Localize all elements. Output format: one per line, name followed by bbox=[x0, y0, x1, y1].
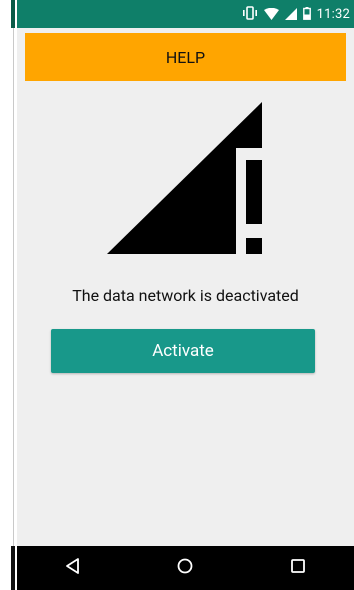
left-edge-cap-top bbox=[11, 0, 15, 28]
recents-icon bbox=[289, 557, 307, 579]
battery-icon bbox=[302, 5, 311, 24]
status-time: 11:32 bbox=[316, 6, 350, 22]
activate-button[interactable]: Activate bbox=[51, 329, 315, 373]
navigation-bar bbox=[17, 546, 354, 590]
vibrate-icon bbox=[242, 5, 258, 24]
left-edge-divider bbox=[13, 0, 14, 590]
no-data-signal-icon bbox=[105, 100, 265, 256]
network-status-message: The data network is deactivated bbox=[72, 286, 299, 305]
wifi-icon bbox=[263, 5, 279, 24]
back-icon bbox=[64, 557, 82, 579]
status-icons: 11:32 bbox=[242, 0, 350, 28]
signal-icon bbox=[284, 5, 297, 24]
help-button[interactable]: HELP bbox=[25, 33, 346, 81]
back-button[interactable] bbox=[53, 548, 93, 588]
recents-button[interactable] bbox=[278, 548, 318, 588]
phone-screen: 11:32 HELP The data network is deactivat… bbox=[17, 0, 354, 590]
status-bar: 11:32 bbox=[17, 0, 354, 28]
home-icon bbox=[176, 557, 194, 579]
left-edge-cap-bottom bbox=[11, 546, 15, 590]
help-label: HELP bbox=[165, 47, 206, 67]
home-button[interactable] bbox=[165, 548, 205, 588]
activate-label: Activate bbox=[152, 341, 214, 361]
